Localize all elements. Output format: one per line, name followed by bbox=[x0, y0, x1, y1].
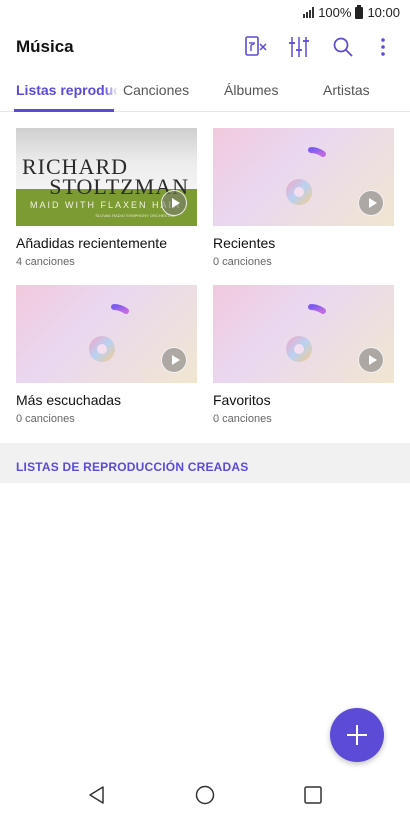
playlist-artwork bbox=[213, 128, 394, 226]
playlist-title: Favoritos bbox=[213, 392, 271, 408]
tab-playlists[interactable]: Listas reproducción bbox=[16, 82, 118, 98]
playlist-card-favorites[interactable]: Favoritos 0 canciones bbox=[213, 285, 394, 425]
battery-percent: 100% bbox=[318, 5, 352, 20]
playlist-card-recently-added[interactable]: RICHARD STOLTZMAN MAID WITH FLAXEN HAIR … bbox=[16, 128, 197, 268]
play-icon[interactable] bbox=[161, 347, 187, 373]
signal-icon bbox=[303, 7, 315, 18]
page-title: Música bbox=[16, 37, 74, 56]
home-button[interactable] bbox=[192, 782, 218, 808]
playlist-count: 0 canciones bbox=[213, 256, 272, 268]
clock: 10:00 bbox=[367, 5, 400, 20]
playlist-clear-button[interactable] bbox=[240, 32, 270, 62]
search-icon bbox=[333, 37, 353, 57]
playlist-count: 0 canciones bbox=[213, 413, 272, 425]
status-bar: 100% 10:00 bbox=[0, 0, 410, 26]
equalizer-icon bbox=[289, 37, 309, 57]
play-icon[interactable] bbox=[358, 347, 384, 373]
equalizer-button[interactable] bbox=[284, 32, 314, 62]
play-icon[interactable] bbox=[161, 190, 187, 216]
back-icon bbox=[89, 786, 104, 804]
recents-button[interactable] bbox=[300, 782, 326, 808]
playlist-count: 0 canciones bbox=[16, 413, 75, 425]
more-vert-icon bbox=[381, 38, 385, 56]
playlist-count: 4 canciones bbox=[16, 256, 75, 268]
more-options-button[interactable] bbox=[368, 32, 398, 62]
playlist-card-most-played[interactable]: Más escuchadas 0 canciones bbox=[16, 285, 197, 425]
playlist-clear-icon bbox=[245, 36, 267, 56]
music-note-icon bbox=[286, 147, 326, 205]
section-label: LISTAS DE REPRODUCCIÓN CREADAS bbox=[16, 460, 249, 474]
playlist-artwork bbox=[16, 285, 197, 383]
playlist-artwork bbox=[213, 285, 394, 383]
add-playlist-button[interactable] bbox=[330, 708, 384, 762]
tab-songs[interactable]: Canciones bbox=[123, 82, 189, 98]
system-nav-bar bbox=[0, 770, 410, 820]
active-tab-indicator bbox=[14, 109, 114, 112]
playlist-title: Añadidas recientemente bbox=[16, 235, 167, 251]
tab-bar: Listas reproducción Canciones Álbumes Ar… bbox=[0, 76, 410, 112]
status-indicators: 100% 10:00 bbox=[303, 4, 400, 20]
album-cover-image: RICHARD STOLTZMAN MAID WITH FLAXEN HAIR … bbox=[16, 128, 197, 226]
tab-artists[interactable]: Artistas bbox=[323, 82, 370, 98]
battery-icon bbox=[355, 4, 364, 19]
search-button[interactable] bbox=[328, 32, 358, 62]
recents-icon bbox=[304, 786, 322, 804]
tab-albums[interactable]: Álbumes bbox=[224, 82, 278, 98]
app-bar: Música bbox=[0, 30, 410, 66]
playlist-title: Recientes bbox=[213, 235, 276, 251]
created-playlists-header: LISTAS DE REPRODUCCIÓN CREADAS bbox=[0, 443, 410, 483]
play-icon[interactable] bbox=[358, 190, 384, 216]
back-button[interactable] bbox=[84, 782, 110, 808]
music-note-icon bbox=[89, 304, 129, 362]
music-note-icon bbox=[286, 304, 326, 362]
playlist-title: Más escuchadas bbox=[16, 392, 122, 408]
playlist-card-recent[interactable]: Recientes 0 canciones bbox=[213, 128, 394, 268]
home-icon bbox=[195, 785, 215, 805]
